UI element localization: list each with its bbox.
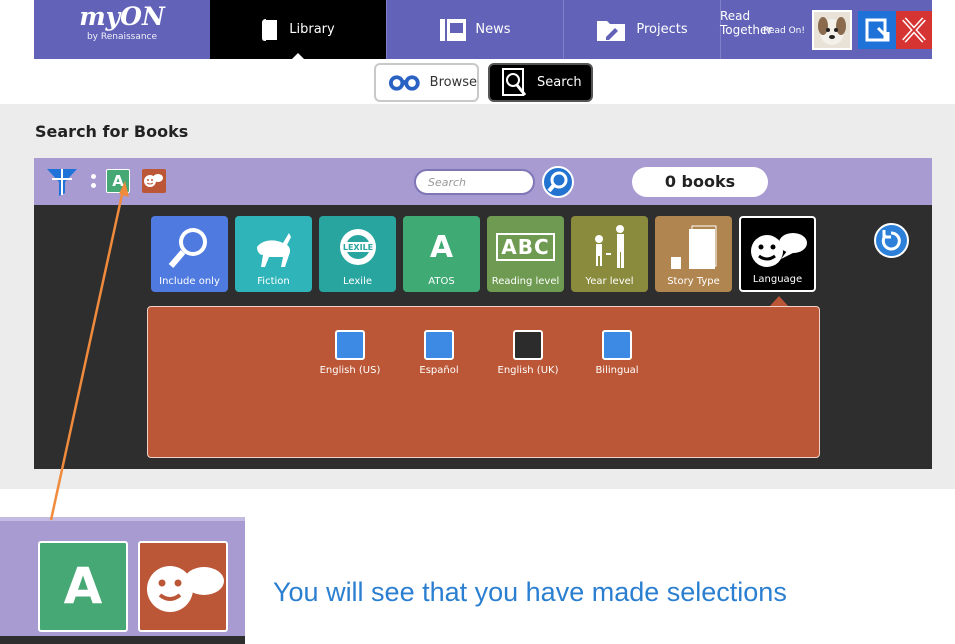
callout-caption: You will see that you have made selectio… xyxy=(273,577,787,607)
callout-arrow xyxy=(49,181,129,521)
